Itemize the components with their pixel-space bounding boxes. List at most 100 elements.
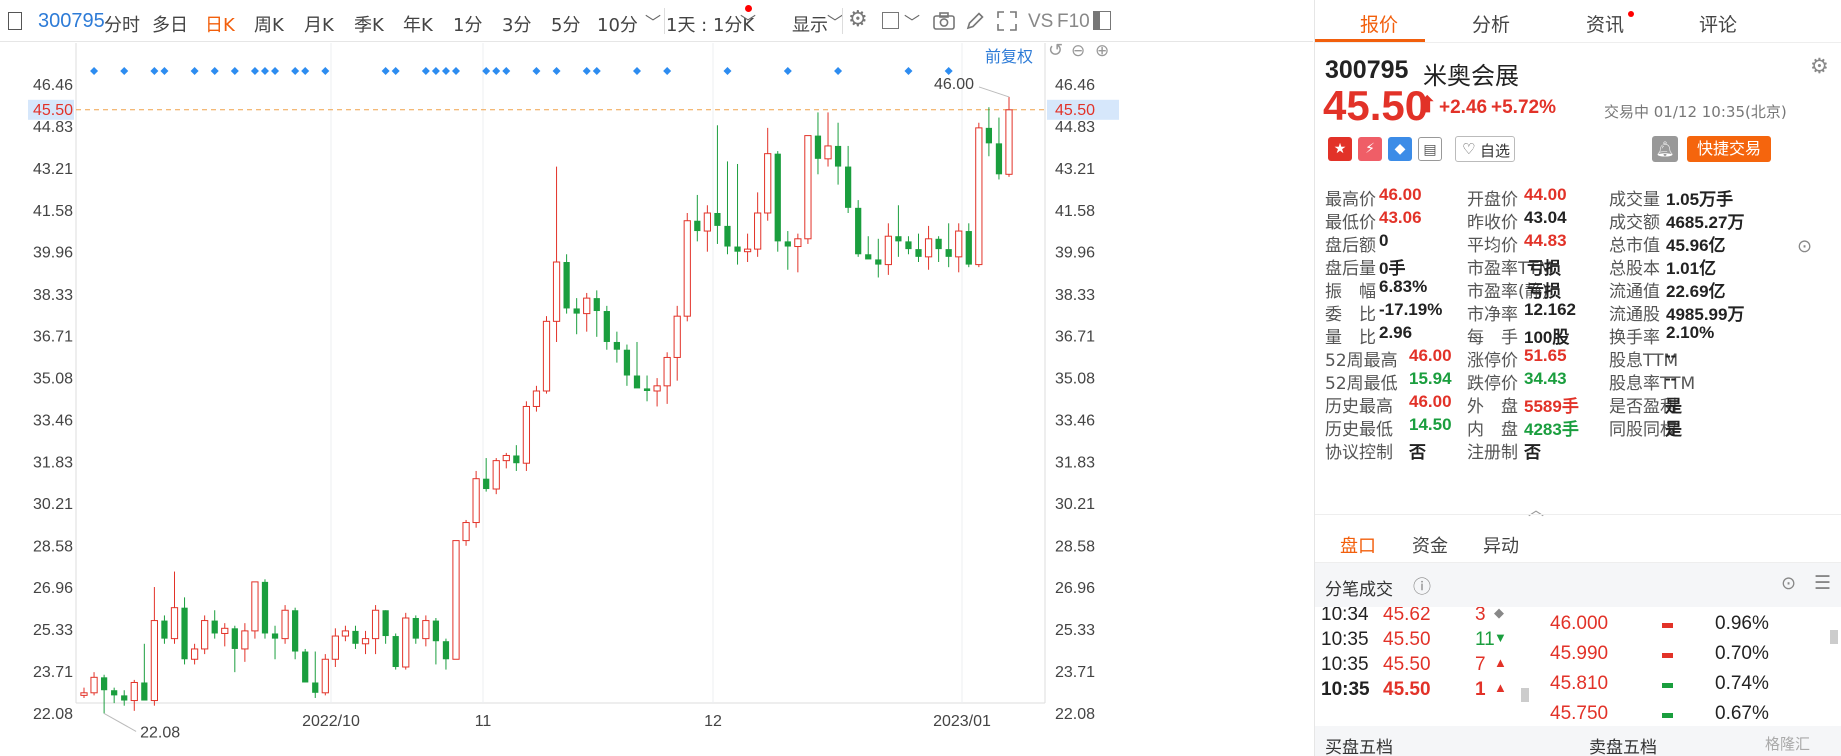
x-tick-label: 2023/01: [933, 713, 991, 730]
candle-body-down: [995, 143, 1003, 175]
stat-label: 开盘价: [1467, 190, 1518, 210]
candle-body-up: [492, 460, 500, 490]
list-icon[interactable]: ☰: [1814, 572, 1831, 594]
y-tick-label-left: 30.21: [33, 496, 73, 513]
tab-intraday[interactable]: 分时: [104, 11, 140, 37]
stat-value: 亏损: [1527, 282, 1561, 301]
tab-weekly-k[interactable]: 周K: [254, 11, 284, 37]
sell5-label: 卖盘五档: [1589, 738, 1657, 756]
add-watchlist-button[interactable]: ♡ 自选: [1455, 136, 1515, 162]
chevron-down-icon[interactable]: ﹀: [904, 9, 920, 33]
candle-body-down: [292, 610, 299, 652]
tab-news[interactable]: 资讯: [1586, 10, 1624, 37]
settings-icon[interactable]: ⚙: [1810, 54, 1829, 78]
tag-icon[interactable]: ◆: [1388, 137, 1412, 161]
candle-body-down: [392, 636, 399, 668]
tab-comments[interactable]: 评论: [1699, 10, 1737, 37]
candle-body-down: [714, 212, 721, 226]
candle-body-down: [603, 311, 610, 342]
tab-quote[interactable]: 报价: [1360, 10, 1398, 37]
y-tick-label-left: 36.71: [33, 329, 73, 346]
tab-monthly-k[interactable]: 月K: [304, 11, 334, 37]
tab-fund-flow[interactable]: 资金: [1412, 532, 1448, 558]
pencil-icon[interactable]: [965, 11, 985, 31]
trading-status: 交易中 01/12 10:35(北京): [1604, 103, 1787, 121]
chevron-down-icon[interactable]: ﹀: [827, 9, 843, 33]
stat-label: 股息率TTM: [1609, 374, 1696, 394]
f10-button[interactable]: F10: [1057, 11, 1090, 33]
candle-body-down: [573, 308, 580, 314]
candle-body-down: [965, 231, 972, 265]
watch-label: 自选: [1480, 142, 1511, 160]
compare-button[interactable]: VS: [1028, 11, 1053, 33]
candle-body-down: [855, 207, 862, 255]
tab-quarterly-k[interactable]: 季K: [354, 11, 384, 37]
tab-alerts[interactable]: 异动: [1483, 532, 1519, 558]
diamond-icon: ◆: [1494, 607, 1504, 620]
stat-value: 43.04: [1524, 208, 1567, 227]
more-icon[interactable]: ⊙: [1797, 236, 1812, 257]
tab-3min[interactable]: 3分: [502, 11, 531, 37]
watermark-logo: 格隆汇: [1765, 735, 1811, 753]
event-marker: [381, 67, 390, 75]
display-menu[interactable]: 显示: [792, 11, 828, 37]
collapse-icon[interactable]: ︿: [1528, 496, 1544, 520]
kline-chart-area[interactable]: 前复权 ↺ ⊖ ⊕ 2022/10 11 12 2023/01 46.46 46.46 44…: [0, 40, 1313, 756]
stat-label: 流通股: [1609, 305, 1660, 325]
stat-value: 15.94: [1409, 369, 1452, 388]
sidebar-toggle-icon[interactable]: [1093, 11, 1111, 30]
scrollbar-thumb[interactable]: [1521, 688, 1529, 702]
candle-body-down: [814, 135, 822, 159]
candlestick-chart: 2022/10 11 12 2023/01 46.46 46.46 44.83 44.83 43…: [28, 43, 1119, 741]
tab-orderbook[interactable]: 盘口: [1340, 532, 1376, 558]
y-tick-label-right: 33.46: [1055, 412, 1095, 429]
scrollbar-thumb[interactable]: [1830, 630, 1838, 644]
info-icon[interactable]: ⓘ: [1413, 573, 1431, 599]
cn-flag-icon[interactable]: ★: [1328, 137, 1352, 161]
event-marker: [301, 67, 310, 75]
notification-dot: [1628, 11, 1634, 17]
y-tick-label-right: 36.71: [1055, 329, 1095, 346]
stock-code-label[interactable]: 300795: [38, 10, 105, 33]
bell-icon[interactable]: 🔔︎: [1652, 136, 1678, 162]
event-marker: [190, 67, 199, 75]
event-marker: [552, 67, 561, 75]
tab-5min[interactable]: 5分: [551, 11, 580, 37]
tab-10min[interactable]: 10分: [597, 11, 638, 37]
y-tick-label-right: 44.83: [1055, 119, 1095, 136]
tab-yearly-k[interactable]: 年K: [403, 11, 433, 37]
camera-icon[interactable]: [933, 11, 955, 31]
tab-daily-k[interactable]: 日K: [205, 11, 235, 37]
lightning-icon[interactable]: ⚡: [1358, 137, 1382, 161]
gear-icon[interactable]: ⚙: [848, 7, 868, 32]
tab-multiday[interactable]: 多日: [152, 11, 188, 37]
y-tick-label-left: 41.58: [33, 203, 73, 220]
chevron-down-icon[interactable]: ﹀: [740, 9, 756, 33]
y-tick-label-left: 43.21: [33, 161, 73, 178]
max-annotation: 46.00: [934, 76, 974, 93]
stat-label: 量 比: [1325, 328, 1376, 348]
stat-value: --: [1665, 346, 1677, 365]
tab-analysis[interactable]: 分析: [1472, 10, 1510, 37]
stat-value: 44.83: [1524, 231, 1567, 250]
candle-body-up: [663, 356, 671, 387]
square-tool-icon[interactable]: [882, 12, 899, 29]
fullscreen-icon[interactable]: [997, 11, 1017, 31]
down-triangle-icon: ▼: [1494, 630, 1507, 645]
candle-body-down: [231, 628, 238, 649]
x-tick-label: 11: [475, 713, 492, 730]
panel-toggle-icon[interactable]: [8, 12, 22, 30]
tab-1min[interactable]: 1分: [453, 11, 482, 37]
more-icon[interactable]: ⊙: [1781, 573, 1796, 594]
note-icon[interactable]: ▤: [1418, 137, 1442, 161]
event-marker: [150, 67, 159, 75]
y-tick-label-right: 26.96: [1055, 580, 1095, 597]
event-marker: [663, 67, 672, 75]
up-triangle-icon: ▲: [1494, 655, 1507, 670]
event-marker: [160, 67, 169, 75]
event-marker: [452, 67, 461, 75]
quick-trade-button[interactable]: 快捷交易: [1687, 136, 1771, 162]
ticks-title: 分笔成交: [1325, 580, 1393, 600]
candle-body-up: [281, 609, 289, 640]
chevron-down-icon[interactable]: ﹀: [645, 9, 661, 33]
